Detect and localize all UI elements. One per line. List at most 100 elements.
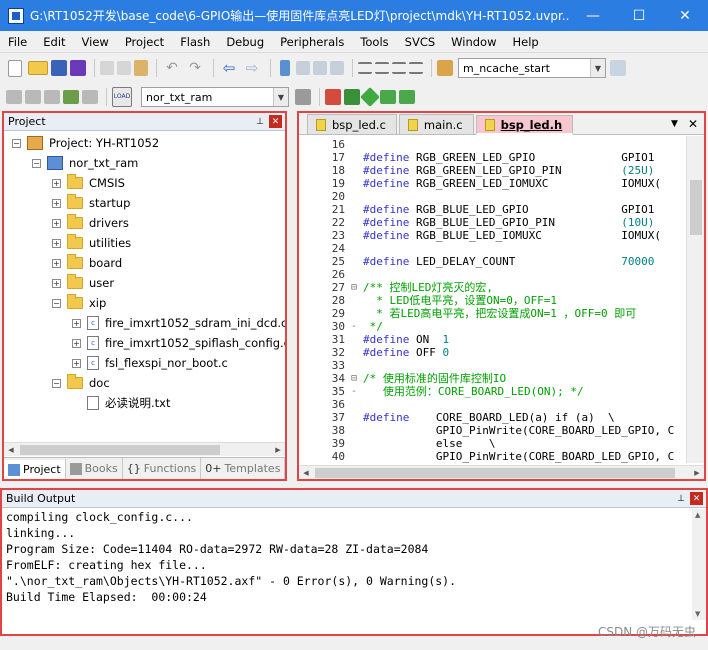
navigate-forward-icon[interactable]: ⇨ — [242, 58, 262, 78]
chevron-down-icon[interactable]: ▼ — [273, 88, 288, 106]
translate-icon[interactable] — [6, 90, 22, 104]
fold-marker-icon[interactable]: ⊟ — [349, 281, 359, 294]
tree-group-cmsis[interactable]: + CMSIS — [52, 173, 125, 193]
expand-icon[interactable]: + — [52, 238, 61, 248]
pack-installer-icon[interactable] — [380, 90, 396, 104]
bookmark-icon[interactable] — [280, 60, 290, 76]
minimize-button[interactable]: — — [570, 0, 616, 31]
scroll-thumb[interactable] — [690, 180, 702, 235]
manage-project-items-icon[interactable] — [325, 89, 341, 105]
copy-icon[interactable] — [117, 61, 131, 75]
close-editor-icon[interactable]: ✕ — [688, 117, 698, 131]
expand-icon[interactable]: + — [72, 318, 81, 328]
cut-icon[interactable] — [100, 61, 114, 75]
collapse-icon[interactable]: − — [32, 158, 41, 168]
tree-group-doc[interactable]: − doc — [52, 373, 110, 393]
download-load-icon[interactable]: LOAD — [112, 87, 132, 107]
tab-bsp-led-c[interactable]: bsp_led.c — [307, 114, 397, 134]
redo-icon[interactable]: ↷ — [185, 58, 205, 78]
paste-icon[interactable] — [134, 60, 148, 76]
fold-marker-icon[interactable]: - — [349, 320, 359, 333]
expand-icon[interactable]: + — [52, 258, 61, 268]
expand-icon[interactable]: + — [52, 218, 61, 228]
save-all-icon[interactable] — [70, 60, 86, 76]
navigate-back-icon[interactable]: ⇦ — [219, 58, 239, 78]
collapse-icon[interactable]: − — [52, 378, 61, 388]
tab-project[interactable]: Project — [4, 458, 66, 479]
tab-functions[interactable]: {} Functions — [123, 458, 202, 479]
tab-main-c[interactable]: main.c — [398, 114, 474, 134]
scroll-up-icon[interactable]: ▲ — [695, 511, 700, 519]
find-icon[interactable] — [610, 60, 626, 76]
menu-file[interactable]: File — [0, 35, 35, 49]
clear-bookmarks-icon[interactable] — [330, 61, 344, 75]
tree-group-board[interactable]: + board — [52, 253, 122, 273]
tab-list-dropdown-icon[interactable]: ▼ — [671, 119, 678, 129]
tree-file-flexspi[interactable]: + c fsl_flexspi_nor_boot.c — [72, 353, 228, 373]
collapse-icon[interactable]: − — [52, 298, 61, 308]
tree-group-utilities[interactable]: + utilities — [52, 233, 131, 253]
code-editor[interactable]: 16 17 #define RGB_GREEN_LED_GPIO GPIO1 18 #d… — [299, 136, 686, 463]
editor-vertical-scrollbar[interactable] — [686, 136, 704, 463]
menu-window[interactable]: Window — [443, 35, 504, 49]
uncomment-icon[interactable] — [409, 62, 423, 74]
find-combo[interactable]: m_ncache_start ▼ — [458, 58, 606, 78]
undo-icon[interactable]: ↶ — [162, 58, 182, 78]
tree-group-xip[interactable]: − xip — [52, 293, 106, 313]
tree-root[interactable]: − Project: YH-RT1052 — [12, 133, 159, 153]
scroll-right-icon[interactable]: ▶ — [271, 443, 285, 457]
menu-project[interactable]: Project — [117, 35, 172, 49]
scroll-down-icon[interactable]: ▼ — [695, 610, 700, 618]
prev-bookmark-icon[interactable] — [296, 61, 310, 75]
build-icon[interactable] — [25, 90, 41, 104]
comment-icon[interactable] — [392, 62, 406, 74]
expand-icon[interactable]: + — [52, 178, 61, 188]
menu-flash[interactable]: Flash — [172, 35, 218, 49]
project-horizontal-scrollbar[interactable]: ◀ ▶ — [4, 442, 285, 456]
pin-icon[interactable]: ⊥ — [253, 115, 267, 129]
expand-icon[interactable]: + — [72, 358, 81, 368]
scroll-left-icon[interactable]: ◀ — [299, 466, 313, 480]
find-in-files-icon[interactable] — [437, 60, 453, 76]
open-folder-icon[interactable] — [28, 61, 48, 75]
indent-icon[interactable] — [358, 62, 372, 74]
close-icon[interactable]: ✕ — [690, 492, 703, 505]
rebuild-icon[interactable] — [44, 90, 60, 104]
save-icon[interactable] — [51, 60, 67, 76]
scroll-thumb[interactable] — [20, 445, 220, 455]
menu-peripherals[interactable]: Peripherals — [272, 35, 352, 49]
output-vertical-scrollbar[interactable]: ▲ ▼ — [692, 509, 706, 620]
tab-bsp-led-h[interactable]: bsp_led.h — [475, 115, 574, 135]
target-combo[interactable]: nor_txt_ram ▼ — [141, 87, 289, 107]
tree-file-readme[interactable]: 必读说明.txt — [87, 393, 170, 413]
tree-file-spiflash[interactable]: + c fire_imxrt1052_spiflash_config.c — [72, 333, 285, 353]
menu-view[interactable]: View — [74, 35, 117, 49]
chevron-down-icon[interactable]: ▼ — [590, 59, 605, 77]
new-file-icon[interactable] — [8, 59, 22, 77]
tree-group-startup[interactable]: + startup — [52, 193, 130, 213]
stop-build-icon[interactable] — [82, 90, 98, 104]
fold-marker-icon[interactable]: - — [349, 385, 359, 398]
expand-icon[interactable]: + — [72, 338, 81, 348]
expand-icon[interactable]: + — [52, 198, 61, 208]
tree-target[interactable]: − nor_txt_ram — [32, 153, 138, 173]
scroll-thumb[interactable] — [315, 468, 675, 478]
tree-group-drivers[interactable]: + drivers — [52, 213, 129, 233]
rte-icon[interactable] — [399, 90, 415, 104]
expand-icon[interactable]: + — [52, 278, 61, 288]
menu-svcs[interactable]: SVCS — [397, 35, 444, 49]
pin-icon[interactable]: ⊥ — [674, 492, 688, 506]
manage-rte-icon[interactable] — [344, 89, 360, 105]
tab-books[interactable]: Books — [66, 458, 123, 479]
close-button[interactable]: ✕ — [662, 0, 708, 31]
tree-group-user[interactable]: + user — [52, 273, 114, 293]
menu-help[interactable]: Help — [505, 35, 547, 49]
scroll-left-icon[interactable]: ◀ — [4, 443, 18, 457]
collapse-icon[interactable]: − — [12, 138, 21, 148]
next-bookmark-icon[interactable] — [313, 61, 327, 75]
close-icon[interactable]: ✕ — [269, 115, 282, 128]
menu-tools[interactable]: Tools — [352, 35, 396, 49]
editor-horizontal-scrollbar[interactable]: ◀ ▶ — [299, 465, 704, 479]
menu-edit[interactable]: Edit — [35, 35, 73, 49]
unindent-icon[interactable] — [375, 62, 389, 74]
